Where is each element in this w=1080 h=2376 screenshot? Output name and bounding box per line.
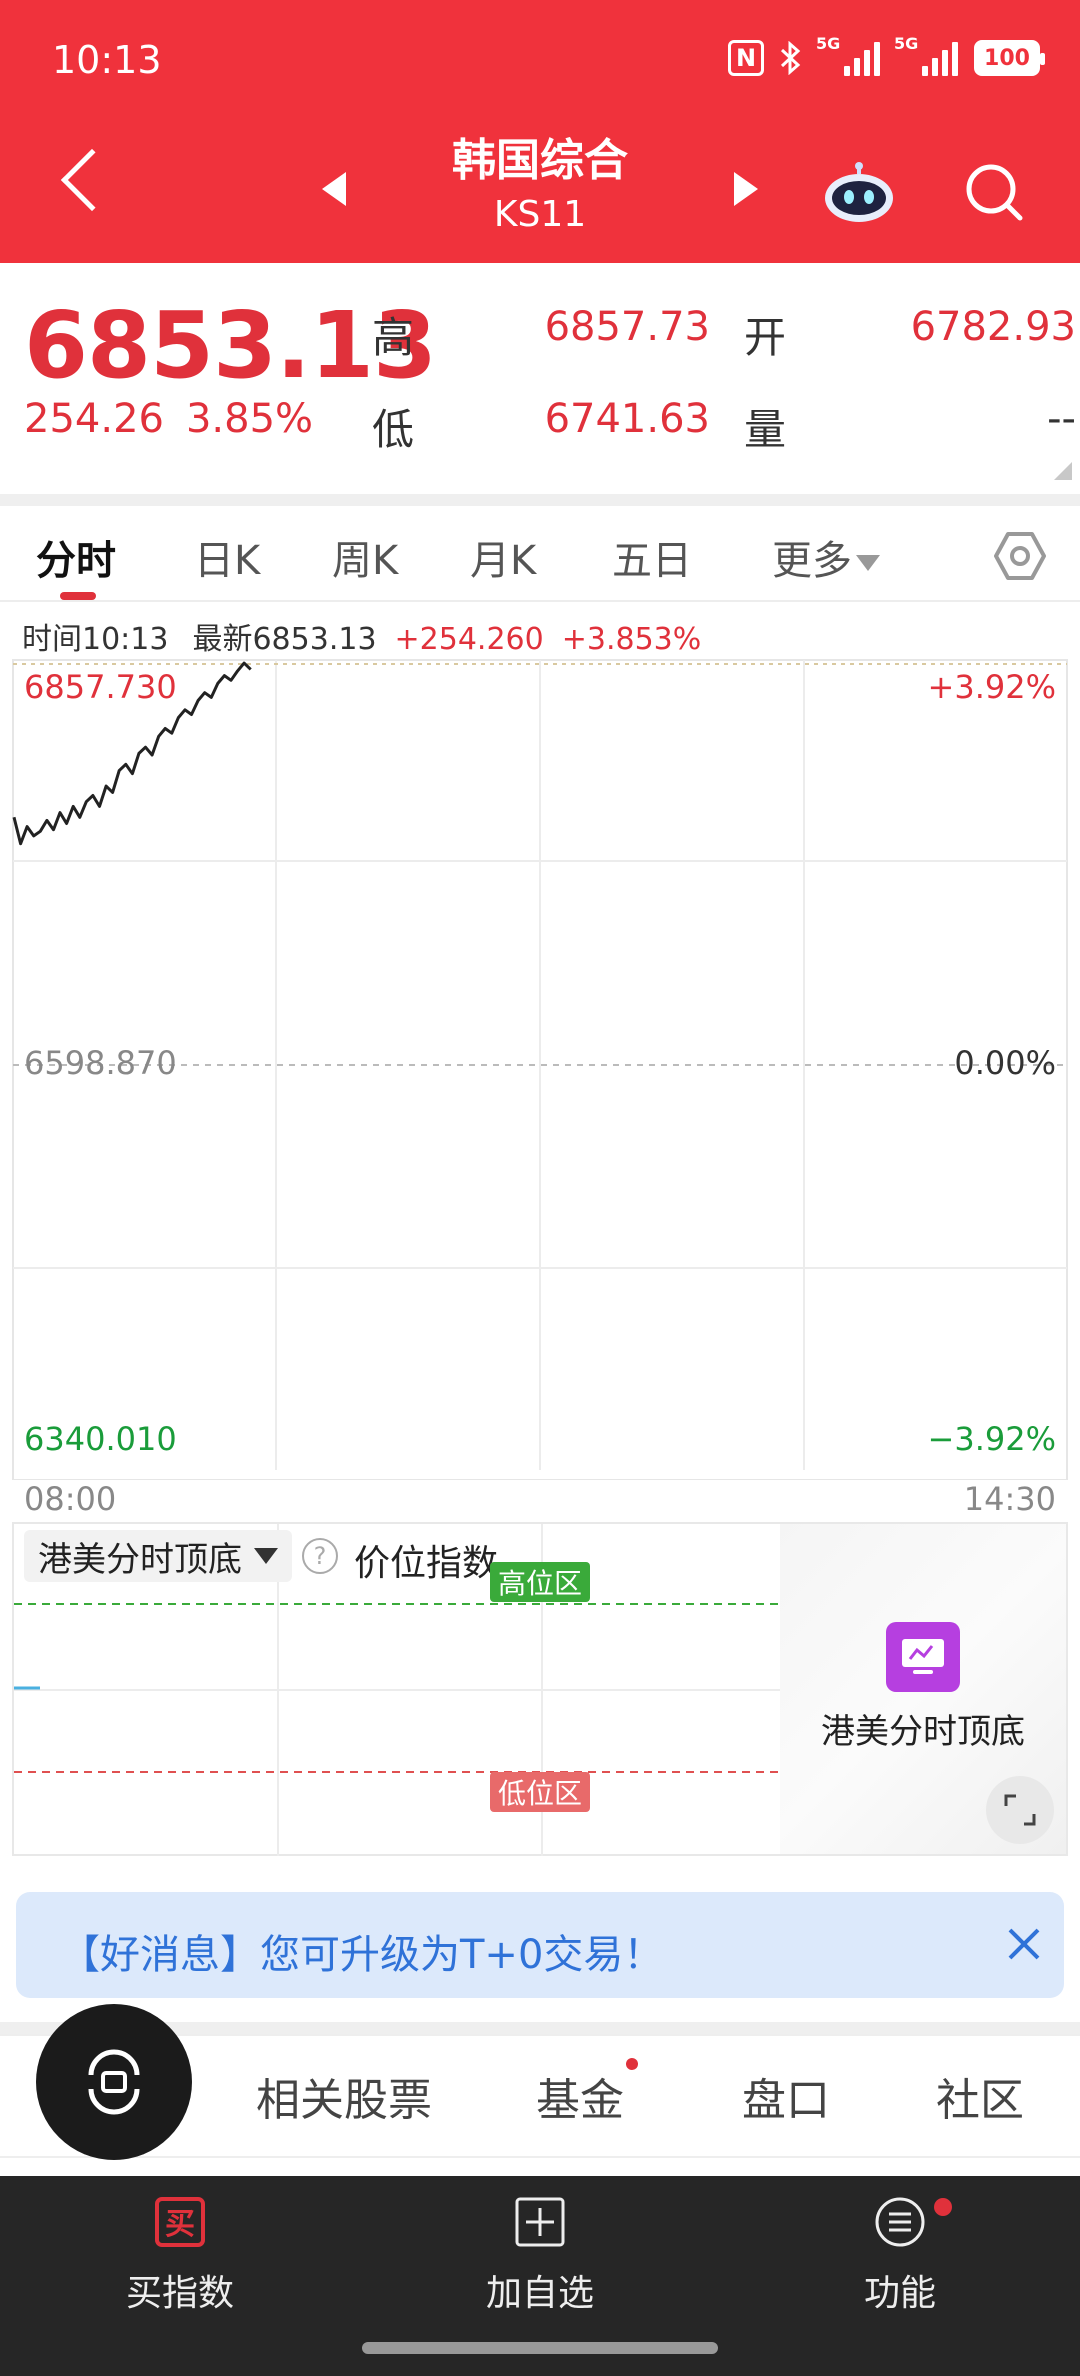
change-percent: 3.85% bbox=[185, 396, 314, 442]
svg-text:买: 买 bbox=[165, 2207, 195, 2242]
period-tabs: 分时 日K 周K 月K 五日 更多 bbox=[0, 510, 1080, 602]
tab-order-book[interactable]: 盘口 bbox=[742, 2064, 830, 2128]
bluetooth-icon bbox=[780, 41, 801, 75]
tab-daily-k[interactable]: 日K bbox=[194, 528, 260, 586]
tab-five-day[interactable]: 五日 bbox=[612, 528, 692, 586]
chevron-down-icon bbox=[856, 555, 880, 571]
add-watchlist-label: 加自选 bbox=[485, 2273, 594, 2314]
floating-refresh-button[interactable] bbox=[36, 2004, 192, 2160]
title-block: 韩国综合 KS11 bbox=[340, 132, 740, 240]
high-zone-tag: 高位区 bbox=[490, 1562, 590, 1602]
monitor-chart-icon[interactable] bbox=[886, 1622, 960, 1692]
tab-monthly-k[interactable]: 月K bbox=[470, 528, 536, 586]
menu-circle-icon bbox=[875, 2197, 925, 2247]
tab-community[interactable]: 社区 bbox=[936, 2064, 1024, 2128]
functions-button[interactable]: 功能 bbox=[800, 2196, 1000, 2316]
buy-index-label: 买指数 bbox=[125, 2273, 234, 2314]
y-tick-top: 6857.730 bbox=[24, 668, 177, 706]
low-zone-tag: 低位区 bbox=[490, 1772, 590, 1812]
page-title: 韩国综合 bbox=[452, 135, 628, 186]
expand-icon[interactable] bbox=[986, 1776, 1054, 1844]
chart-settings-icon[interactable] bbox=[994, 530, 1046, 582]
signal-2-icon: 5G bbox=[894, 34, 958, 76]
close-icon[interactable] bbox=[1002, 1922, 1046, 1966]
indicator-promo-label[interactable]: 港美分时顶底 bbox=[780, 1704, 1066, 1753]
banner-text[interactable]: 【好消息】您可升级为T+0交易！ bbox=[60, 1922, 663, 1980]
status-icons: N 5G 5G 100 bbox=[728, 34, 1045, 76]
tab-more[interactable]: 更多 bbox=[772, 528, 880, 586]
section-divider bbox=[0, 494, 1080, 506]
next-index-button[interactable] bbox=[734, 172, 758, 206]
high-value: 6857.73 bbox=[544, 304, 710, 350]
signal-1-label: 5G bbox=[816, 34, 841, 53]
pct-tick-bottom: −3.92% bbox=[927, 1420, 1056, 1458]
tab-intraday[interactable]: 分时 bbox=[36, 528, 116, 586]
change-value: 254.26 bbox=[24, 396, 164, 442]
functions-label: 功能 bbox=[863, 2273, 936, 2314]
low-label: 低 bbox=[372, 405, 415, 454]
signal-2-label: 5G bbox=[894, 34, 919, 53]
assistant-robot-icon[interactable] bbox=[822, 160, 896, 224]
change-row: 254.26 3.85% bbox=[24, 396, 335, 442]
high-label: 高 bbox=[372, 313, 415, 362]
x-tick-start: 08:00 bbox=[24, 1480, 117, 1518]
indicator-selector[interactable]: 港美分时顶底 bbox=[24, 1530, 292, 1582]
add-watchlist-button[interactable]: 加自选 bbox=[440, 2196, 640, 2316]
buy-icon: 买 bbox=[155, 2197, 205, 2247]
index-code: KS11 bbox=[493, 194, 587, 235]
buy-index-button[interactable]: 买 买指数 bbox=[80, 2196, 280, 2316]
tab-fund[interactable]: 基金 bbox=[536, 2064, 624, 2128]
battery-icon: 100 bbox=[974, 40, 1045, 76]
signal-1-icon: 5G bbox=[816, 34, 880, 76]
pct-tick-mid: 0.00% bbox=[954, 1044, 1056, 1082]
fund-badge-dot bbox=[626, 2058, 638, 2070]
y-tick-bottom: 6340.010 bbox=[24, 1420, 177, 1458]
promo-banner[interactable]: 【好消息】您可升级为T+0交易！ bbox=[16, 1892, 1064, 1998]
active-tab-indicator bbox=[60, 592, 96, 600]
x-tick-end: 14:30 bbox=[963, 1480, 1056, 1518]
volume-label: 量 bbox=[744, 405, 787, 454]
refresh-cycle-icon bbox=[88, 2049, 140, 2115]
indicator-selector-label: 港美分时顶底 bbox=[38, 1539, 242, 1580]
tab-related-stocks[interactable]: 相关股票 bbox=[256, 2064, 432, 2128]
volume-value: -- bbox=[1047, 396, 1076, 442]
functions-badge-dot bbox=[934, 2198, 952, 2216]
home-indicator[interactable] bbox=[362, 2342, 718, 2354]
status-time: 10:13 bbox=[52, 38, 162, 82]
add-square-icon bbox=[515, 2197, 565, 2247]
low-value: 6741.63 bbox=[544, 396, 710, 442]
pct-tick-top: +3.92% bbox=[927, 668, 1056, 706]
help-icon[interactable]: ? bbox=[302, 1538, 338, 1574]
expand-quote-corner[interactable] bbox=[1054, 462, 1072, 480]
tab-weekly-k[interactable]: 周K bbox=[332, 528, 398, 586]
nfc-icon: N bbox=[728, 40, 764, 76]
chevron-down-icon bbox=[254, 1548, 278, 1564]
tab-more-label: 更多 bbox=[772, 538, 852, 584]
back-button[interactable] bbox=[60, 148, 124, 212]
y-tick-mid: 6598.870 bbox=[24, 1044, 177, 1082]
open-label: 开 bbox=[744, 313, 787, 362]
search-icon[interactable] bbox=[964, 162, 1024, 222]
open-value: 6782.93 bbox=[910, 304, 1076, 350]
header-bar: 10:13 N 5G 5G 100 韩国综合 KS11 bbox=[0, 0, 1080, 263]
